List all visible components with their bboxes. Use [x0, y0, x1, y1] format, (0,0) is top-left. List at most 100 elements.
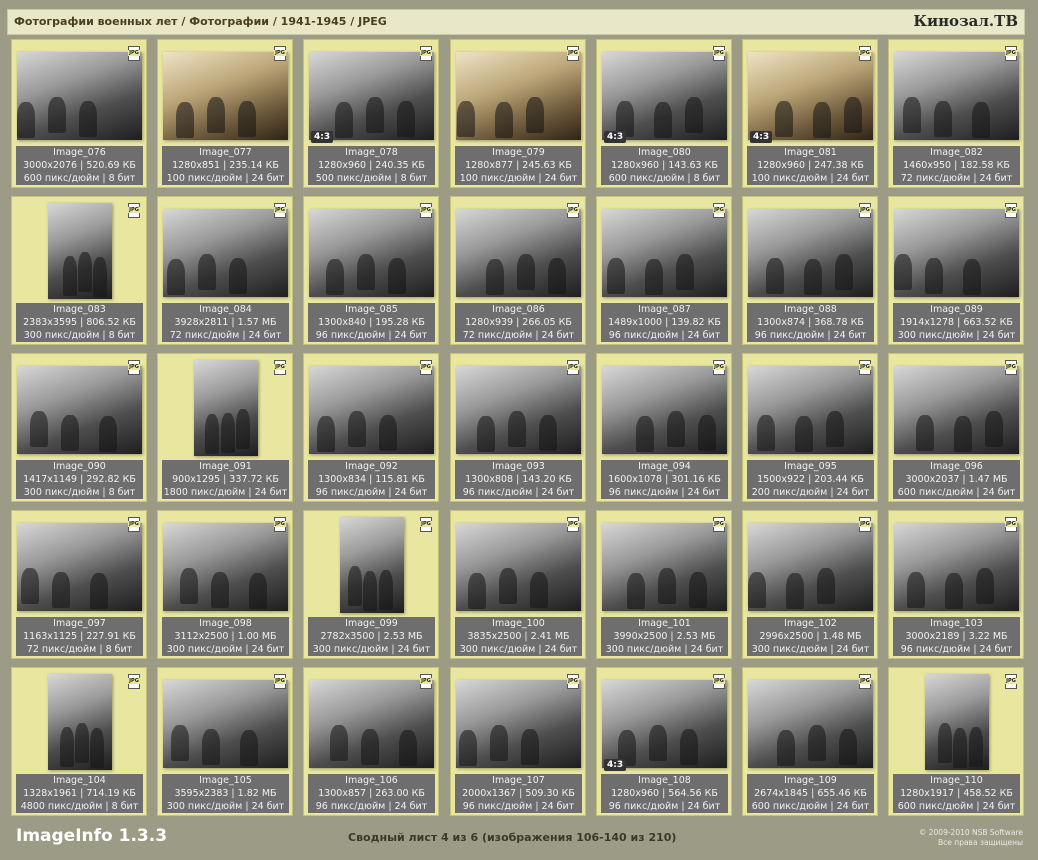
thumbnail-card[interactable]: JPG Image_077 1280x851 | 235.14 КБ 100 пикс… [157, 39, 293, 188]
rights-text: Все права защищены [938, 838, 1023, 847]
aspect-ratio-badge: 4:3 [311, 131, 334, 143]
thumbnail-grid: JPG Image_076 3000x2076 | 520.69 КБ 600 пик… [11, 39, 1027, 816]
thumbnail-card[interactable]: JPG Image_095 1500x922 | 203.44 КБ 200 пикс… [742, 353, 878, 502]
thumbnail-card[interactable]: JPG Image_093 1300x808 | 143.20 КБ 96 пикс/… [450, 353, 586, 502]
thumbnail-area: JPG [162, 358, 289, 459]
thumbnail-info: Image_107 2000x1367 | 509.30 КБ 96 пикс/дю… [455, 774, 582, 813]
thumbnail-image[interactable] [17, 523, 142, 611]
thumbnail-card[interactable]: JPG Image_091 900x1295 | 337.72 КБ 1800 пик… [157, 353, 293, 502]
thumbnail-image[interactable] [17, 366, 142, 454]
thumbnail-image[interactable] [309, 366, 434, 454]
thumbnail-card[interactable]: JPG Image_100 3835x2500 | 2.41 МБ 300 пикс/… [450, 510, 586, 659]
thumbnail-card[interactable]: JPG Image_084 3928x2811 | 1.57 МБ 72 пикс/д… [157, 196, 293, 345]
thumbnail-card[interactable]: JPG 4:3 Image_080 1280x960 | 143.63 КБ 600 п… [596, 39, 732, 188]
thumbnail-image[interactable] [163, 523, 288, 611]
thumbnail-card[interactable]: JPG Image_088 1300x874 | 368.78 КБ 96 пикс/… [742, 196, 878, 345]
thumbnail-card[interactable]: JPG Image_102 2996x2500 | 1.48 МБ 300 пикс/… [742, 510, 878, 659]
thumbnail-image[interactable] [309, 209, 434, 297]
thumbnail-info: Image_095 1500x922 | 203.44 КБ 200 пикс/дю… [747, 460, 874, 499]
thumbnail-card[interactable]: JPG Image_083 2383x3595 | 806.52 КБ 300 пик… [11, 196, 147, 345]
thumbnail-image[interactable] [925, 674, 989, 770]
thumbnail-card[interactable]: JPG Image_082 1460x950 | 182.58 КБ 72 пикс/… [888, 39, 1024, 188]
thumbnail-image[interactable] [602, 523, 727, 611]
thumbnail-card[interactable]: JPG Image_092 1300x834 | 115.81 КБ 96 пикс/… [303, 353, 439, 502]
thumbnail-card[interactable]: JPG Image_098 3112x2500 | 1.00 МБ 300 пикс/… [157, 510, 293, 659]
image-dimensions: 3595x2383 | 1.82 МБ [174, 788, 277, 799]
thumbnail-image[interactable] [602, 209, 727, 297]
thumbnail-info: Image_094 1600x1078 | 301.16 КБ 96 пикс/дю… [601, 460, 728, 499]
thumbnail-card[interactable]: JPG Image_104 1328x1961 | 714.19 КБ 4800 пи… [11, 667, 147, 816]
thumbnail-card[interactable]: JPG Image_096 3000x2037 | 1.47 МБ 600 пикс/… [888, 353, 1024, 502]
thumbnail-card[interactable]: JPG Image_087 1489x1000 | 139.82 КБ 96 пикс… [596, 196, 732, 345]
thumbnail-image[interactable] [340, 517, 404, 613]
image-metadata: 300 пикс/дюйм | 24 бит [751, 644, 870, 655]
thumbnail-card[interactable]: JPG Image_106 1300x857 | 263.00 КБ 96 пикс/… [303, 667, 439, 816]
image-name: Image_078 [345, 147, 398, 158]
thumbnail-image[interactable] [163, 209, 288, 297]
thumbnail-image[interactable] [894, 209, 1019, 297]
thumbnail-card[interactable]: JPG 4:3 Image_081 1280x960 | 247.38 КБ 100 п… [742, 39, 878, 188]
thumbnail-card[interactable]: JPG Image_105 3595x2383 | 1.82 МБ 300 пикс/… [157, 667, 293, 816]
brand-logo: Кинозал.ТВ [913, 12, 1018, 30]
image-dimensions: 3112x2500 | 1.00 МБ [174, 631, 277, 642]
thumbnail-image[interactable] [602, 680, 727, 768]
thumbnail-image[interactable] [309, 680, 434, 768]
thumbnail-card[interactable]: JPG Image_107 2000x1367 | 509.30 КБ 96 пикс… [450, 667, 586, 816]
thumbnail-area: JPG 4:3 [601, 672, 728, 773]
thumbnail-image[interactable] [748, 209, 873, 297]
photo-figure [676, 254, 694, 290]
thumbnail-card[interactable]: JPG Image_109 2674x1845 | 655.46 КБ 600 пик… [742, 667, 878, 816]
thumbnail-image[interactable] [748, 366, 873, 454]
photo-figure [457, 101, 475, 137]
image-name: Image_095 [784, 461, 837, 472]
thumbnail-card[interactable]: JPG Image_090 1417x1149 | 292.82 КБ 300 пик… [11, 353, 147, 502]
thumbnail-image[interactable] [602, 366, 727, 454]
thumbnail-card[interactable]: JPG 4:3 Image_108 1280x960 | 564.56 КБ 96 пи… [596, 667, 732, 816]
thumbnail-image[interactable] [602, 52, 727, 140]
thumbnail-image[interactable] [163, 680, 288, 768]
image-name: Image_080 [638, 147, 691, 158]
thumbnail-image[interactable] [163, 52, 288, 140]
thumbnail-image[interactable] [894, 52, 1019, 140]
photo-figure [916, 415, 934, 451]
thumbnail-card[interactable]: JPG Image_089 1914x1278 | 663.52 КБ 300 пик… [888, 196, 1024, 345]
image-dimensions: 2383x3595 | 806.52 КБ [23, 317, 136, 328]
thumbnail-image[interactable] [17, 52, 142, 140]
thumbnail-image[interactable] [456, 209, 581, 297]
photo-figure [508, 411, 526, 447]
thumbnail-image[interactable] [894, 523, 1019, 611]
thumbnail-card[interactable]: JPG 4:3 Image_078 1280x960 | 240.35 КБ 500 п… [303, 39, 439, 188]
jpg-file-icon: JPG [858, 360, 872, 377]
thumbnail-card[interactable]: JPG Image_101 3990x2500 | 2.53 МБ 300 пикс/… [596, 510, 732, 659]
thumbnail-image[interactable] [456, 366, 581, 454]
thumbnail-image[interactable] [309, 52, 434, 140]
thumbnail-image[interactable] [194, 360, 258, 456]
thumbnail-card[interactable]: JPG Image_099 2782x3500 | 2.53 МБ 300 пикс/… [303, 510, 439, 659]
thumbnail-image[interactable] [456, 523, 581, 611]
thumbnail-card[interactable]: JPG Image_110 1280x1917 | 458.52 КБ 600 пик… [888, 667, 1024, 816]
thumbnail-image[interactable] [48, 203, 112, 299]
thumbnail-image[interactable] [894, 366, 1019, 454]
photo-figure [90, 573, 108, 609]
photo-figure [468, 573, 486, 609]
thumbnail-card[interactable]: JPG Image_086 1280x939 | 266.05 КБ 72 пикс/… [450, 196, 586, 345]
thumbnail-image[interactable] [748, 680, 873, 768]
thumbnail-info: Image_105 3595x2383 | 1.82 МБ 300 пикс/дюй… [162, 774, 289, 813]
image-metadata: 96 пикс/дюйм | 24 бит [315, 330, 428, 341]
thumbnail-card[interactable]: JPG Image_094 1600x1078 | 301.16 КБ 96 пикс… [596, 353, 732, 502]
thumbnail-image[interactable] [748, 523, 873, 611]
thumbnail-image[interactable] [456, 680, 581, 768]
thumbnail-card[interactable]: JPG Image_097 1163x1125 | 227.91 КБ 72 пикс… [11, 510, 147, 659]
thumbnail-card[interactable]: JPG Image_076 3000x2076 | 520.69 КБ 600 пик… [11, 39, 147, 188]
thumbnail-card[interactable]: JPG Image_079 1280x877 | 245.63 КБ 100 пикс… [450, 39, 586, 188]
image-name: Image_100 [492, 618, 545, 629]
image-metadata: 600 пикс/дюйм | 24 бит [751, 801, 870, 812]
thumbnail-image[interactable] [748, 52, 873, 140]
thumbnail-image[interactable] [48, 674, 112, 770]
image-dimensions: 1460x950 | 182.58 КБ [903, 160, 1010, 171]
image-metadata: 600 пикс/дюйм | 8 бит [23, 173, 136, 184]
thumbnail-card[interactable]: JPG Image_085 1300x840 | 195.28 КБ 96 пикс/… [303, 196, 439, 345]
thumbnail-image[interactable] [456, 52, 581, 140]
thumbnail-area: JPG [893, 358, 1020, 459]
thumbnail-card[interactable]: JPG Image_103 3000x2189 | 3.22 МБ 96 пикс/д… [888, 510, 1024, 659]
